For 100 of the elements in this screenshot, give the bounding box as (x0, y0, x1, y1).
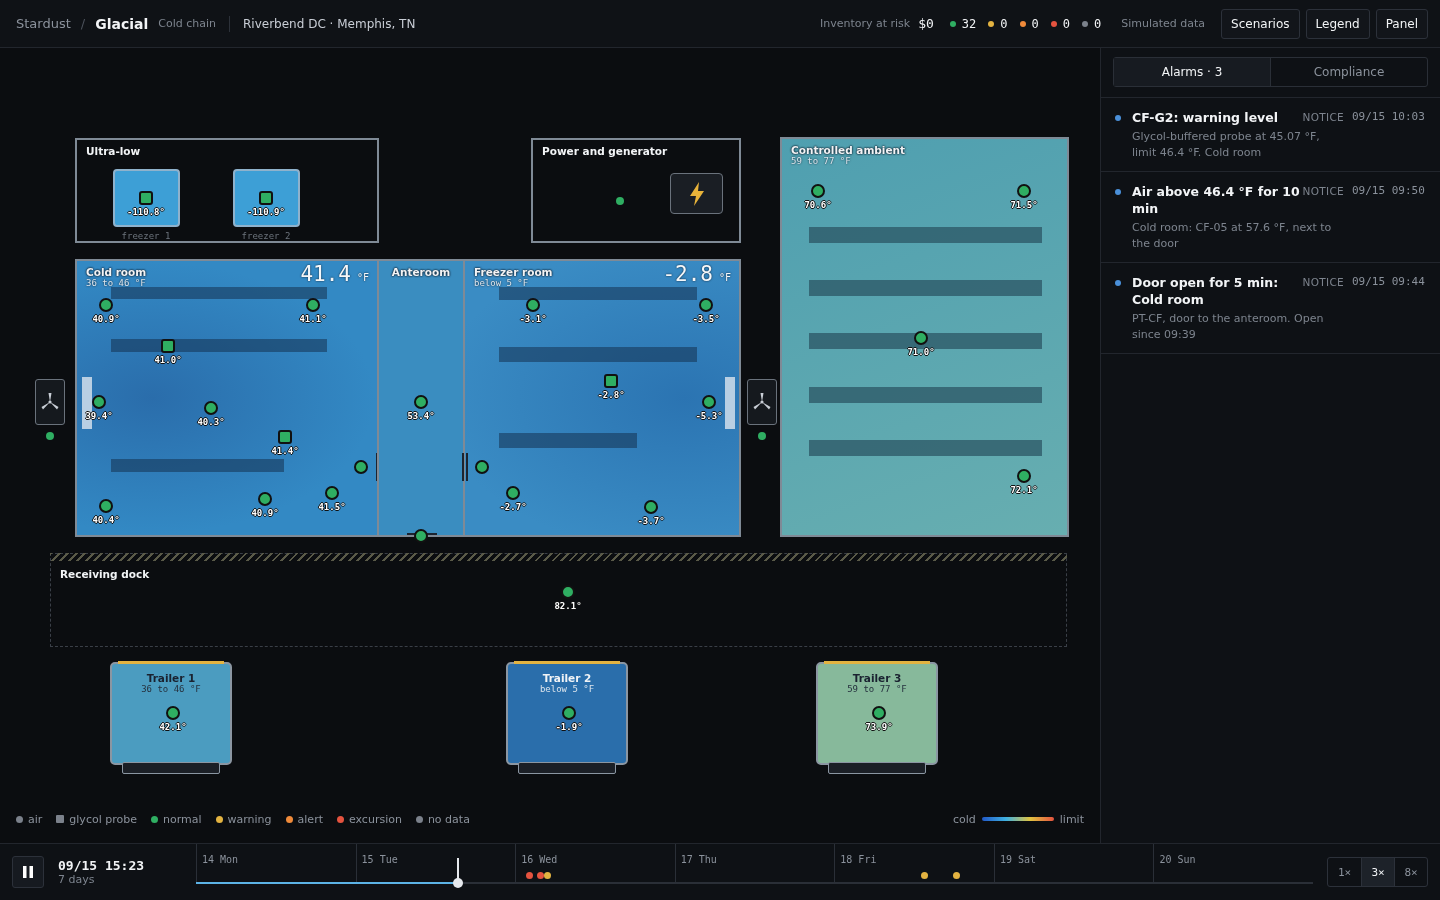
status-count: 0 (1031, 16, 1039, 31)
sensor-marker[interactable] (644, 500, 658, 514)
sensor-marker[interactable] (414, 529, 428, 543)
probe-marker[interactable] (278, 430, 292, 444)
sensor-reading: 40.3° (197, 417, 225, 427)
current-time: 09/15 15:23 (58, 858, 146, 873)
probe-marker[interactable] (259, 191, 273, 205)
room-range: 59 to 77 °F (791, 156, 852, 166)
scale-label: cold (952, 812, 976, 826)
legend-label: normal (162, 812, 202, 826)
sensor-marker[interactable] (99, 298, 113, 312)
sensor-marker[interactable] (258, 492, 272, 506)
probe-marker[interactable] (139, 191, 153, 205)
alarm-title: CF-G2: warning level (1132, 109, 1279, 126)
room-range: below 5 °F (474, 278, 530, 288)
temperature-unit: °F (718, 272, 731, 283)
sensor-reading: -5.3° (695, 411, 723, 421)
sensor-marker[interactable] (204, 401, 218, 415)
sensor-marker[interactable] (914, 331, 928, 345)
freezer-unit[interactable] (113, 169, 180, 227)
speed-button[interactable]: 8× (1394, 858, 1427, 886)
speed-button[interactable]: 3× (1361, 858, 1394, 886)
sensor-marker[interactable] (506, 486, 520, 500)
header-button[interactable]: Scenarios (1221, 8, 1300, 39)
sensor-marker[interactable] (1017, 184, 1031, 198)
pause-button[interactable] (12, 856, 44, 888)
door-mark (462, 453, 468, 481)
scale-label: limit (1059, 812, 1084, 826)
trailer-range: below 5 °F (539, 684, 595, 694)
sensor-reading: -1.9° (555, 722, 583, 732)
fan-button[interactable] (35, 379, 65, 425)
header-button[interactable]: Panel (1375, 8, 1428, 39)
trailer[interactable]: Trailer 1 36 to 46 °F 42.1° (110, 662, 232, 765)
header-button[interactable]: Legend (1305, 8, 1370, 39)
zone-title: Ultra-low (86, 145, 141, 157)
event-dot[interactable] (921, 872, 929, 879)
sensor-marker[interactable] (166, 706, 180, 720)
sensor-reading: 41.1° (299, 314, 327, 324)
trailer-name: Trailer 3 (852, 672, 902, 684)
sensor-marker[interactable] (526, 298, 540, 312)
fan-icon (752, 392, 772, 412)
trailer[interactable]: Trailer 3 59 to 77 °F 73.9° (816, 662, 938, 765)
legend-label: alert (297, 812, 323, 826)
timeline-track[interactable]: 14 Mon 15 Tue 16 Wed 17 Thu 18 Fri 19 Sat 20 Sun (196, 844, 1313, 900)
playhead-handle[interactable] (453, 858, 464, 888)
sensor-marker[interactable] (562, 706, 576, 720)
status-count: 0 (1000, 16, 1008, 31)
brand-name[interactable]: Stardust (16, 16, 71, 31)
sensor-reading: -110.8° (127, 207, 165, 217)
status-count: 0 (1094, 16, 1102, 31)
sensor-marker[interactable] (561, 585, 575, 599)
sensor-marker[interactable] (702, 395, 716, 409)
sensor-marker[interactable] (354, 460, 368, 474)
event-dot[interactable] (537, 872, 545, 879)
event-dot[interactable] (952, 872, 960, 879)
sensor-marker[interactable] (325, 486, 339, 500)
door-slot (725, 377, 735, 429)
sensor-reading: -2.7° (499, 502, 527, 512)
sensor-reading: 72.1° (1010, 485, 1038, 495)
alarm-item[interactable]: Door open for 5 min: Cold room NOTICE PT-CF, door to the anteroom. Open since 09:39 09/15 09:44 (1101, 262, 1440, 354)
event-dot[interactable] (543, 872, 551, 879)
alarm-item[interactable]: Air above 46.4 °F for 10 min NOTICE Cold room: CF-05 at 57.6 °F, next to the door 09/15 09:50 (1101, 171, 1440, 262)
room-name: Anteroom (391, 266, 451, 278)
room-name: Cold room (86, 266, 147, 278)
sensor-marker[interactable] (99, 499, 113, 513)
sensor-reading: 70.6° (804, 200, 832, 210)
sensor-reading: -110.9° (247, 207, 285, 217)
legend-label: warning (227, 812, 272, 826)
probe-marker[interactable] (604, 374, 618, 388)
speed-button[interactable]: 1× (1328, 858, 1361, 886)
panel-tab[interactable]: Alarms · 3 (1114, 58, 1270, 86)
sensor-marker[interactable] (872, 706, 886, 720)
legend-label: no data (427, 812, 470, 826)
sensor-marker[interactable] (306, 298, 320, 312)
sensor-marker[interactable] (414, 395, 428, 409)
product-subtitle: Cold chain (158, 17, 216, 30)
event-dot[interactable] (525, 872, 533, 879)
product-name: Glacial (95, 15, 149, 32)
temperature-unit: °F (356, 272, 369, 283)
freezer-unit[interactable] (233, 169, 300, 227)
sensor-marker[interactable] (699, 298, 713, 312)
panel-tab[interactable]: Compliance (1270, 58, 1427, 86)
probe-marker[interactable] (161, 339, 175, 353)
trailer-name: Trailer 1 (146, 672, 196, 684)
fan-button[interactable] (747, 379, 777, 425)
sensor-marker[interactable] (475, 460, 489, 474)
sensor-reading: -3.1° (519, 314, 547, 324)
alarm-time: 09/15 09:44 (1352, 275, 1425, 288)
alarm-item[interactable]: CF-G2: warning level NOTICE Glycol-buffered probe at 45.07 °F, limit 46.4 °F. Cold room 09/15 10:03 (1101, 97, 1440, 171)
legend-label: excursion (348, 812, 402, 826)
sensor-marker[interactable] (811, 184, 825, 198)
trailer[interactable]: Trailer 2 below 5 °F -1.9° (506, 662, 628, 765)
sensor-reading: 41.0° (154, 355, 182, 365)
generator-button[interactable] (670, 173, 723, 214)
legend-label: air (28, 812, 43, 826)
sensor-marker[interactable] (1017, 469, 1031, 483)
alarm-time: 09/15 09:50 (1352, 184, 1425, 197)
alarm-detail: Glycol-buffered probe at 45.07 °F, limit 46.4 °F. Cold room (1132, 129, 1321, 161)
trailer-name: Trailer 2 (542, 672, 592, 684)
sensor-marker[interactable] (92, 395, 106, 409)
